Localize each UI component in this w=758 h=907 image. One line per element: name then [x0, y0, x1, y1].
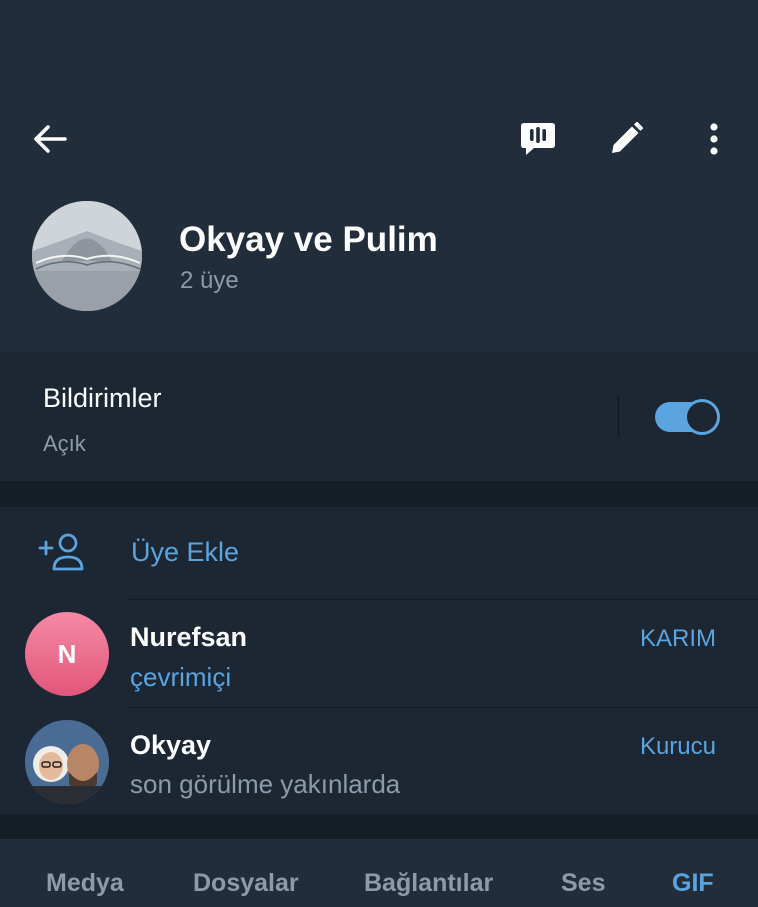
- add-user-icon: [38, 533, 84, 571]
- avatar-initial: N: [57, 638, 77, 669]
- member-photo: [25, 720, 109, 804]
- tab-media[interactable]: Medya: [46, 869, 124, 898]
- add-member-button[interactable]: Üye Ekle: [131, 537, 239, 568]
- tab-links[interactable]: Bağlantılar: [364, 869, 493, 898]
- notifications-row[interactable]: [0, 352, 758, 481]
- member-avatar[interactable]: N: [25, 612, 109, 696]
- member-count: 2 üye: [180, 267, 239, 294]
- row-divider: [126, 599, 758, 600]
- edit-button[interactable]: [598, 111, 654, 167]
- notifications-value: Açık: [43, 431, 86, 456]
- add-member-icon-wrap: [33, 524, 91, 580]
- member-name[interactable]: Okyay: [130, 730, 211, 761]
- row-divider: [126, 707, 758, 708]
- notifications-label: Bildirimler: [43, 383, 162, 413]
- group-title: Okyay ve Pulim: [179, 220, 438, 259]
- members-section: [0, 507, 758, 814]
- group-avatar[interactable]: [32, 201, 142, 311]
- section-gap: [0, 814, 758, 839]
- toggle-knob: [684, 399, 720, 435]
- voice-chat-button[interactable]: [510, 111, 566, 167]
- member-status: çevrimiçi: [130, 662, 232, 692]
- member-name[interactable]: Nurefsan: [130, 622, 247, 653]
- member-role: KARIM: [639, 625, 716, 652]
- back-button[interactable]: [22, 111, 78, 167]
- member-avatar[interactable]: [25, 720, 109, 804]
- group-photo: [32, 201, 142, 311]
- notifications-divider: [618, 396, 619, 437]
- member-status: son görülme yakınlarda: [130, 769, 401, 799]
- arrow-left-icon: [34, 125, 67, 153]
- section-gap: [0, 481, 758, 507]
- tab-audio[interactable]: Ses: [561, 869, 605, 898]
- tab-gif[interactable]: GIF: [672, 869, 714, 898]
- notifications-toggle[interactable]: [655, 399, 720, 435]
- more-menu-button[interactable]: [686, 111, 742, 167]
- tab-files[interactable]: Dosyalar: [193, 869, 299, 898]
- pencil-icon: [612, 122, 643, 153]
- voice-chat-icon: [521, 123, 555, 155]
- more-vertical-icon: [710, 123, 718, 155]
- member-role: Kurucu: [639, 733, 716, 760]
